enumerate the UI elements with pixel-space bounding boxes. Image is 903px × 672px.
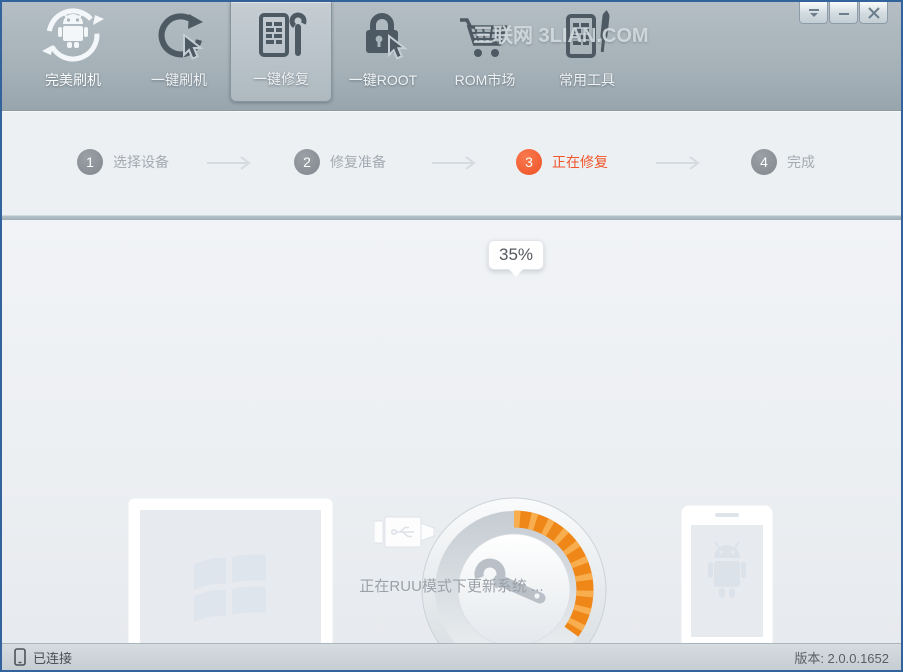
nav-label: 一键修复 [253, 71, 309, 87]
nav-item-one-key-root[interactable]: 一键ROOT [332, 2, 434, 102]
phone-outline-icon [14, 648, 26, 666]
step-arrow-icon [432, 156, 476, 170]
step-label: 完成 [787, 154, 815, 170]
skin-menu-button[interactable] [799, 2, 828, 24]
version-label: 版本: 2.0.0.1652 [794, 650, 889, 666]
step-repairing: 3 正在修复 [516, 149, 608, 175]
nav-item-perfect-flash[interactable]: 完美刷机 [18, 2, 128, 102]
nav-label: ROM市场 [454, 72, 516, 88]
step-arrow-icon [656, 156, 700, 170]
phone-screwdriver-icon [559, 6, 615, 64]
step-indicator: 1 选择设备 2 修复准备 3 正在修复 4 完成 [2, 111, 901, 215]
main-toolbar: 完美刷机 一键刷机 一键修复 一键ROOT ROM市场 常用工具 三联网 3LI… [2, 2, 901, 111]
nav-item-common-tools[interactable]: 常用工具 [536, 2, 638, 102]
progress-percent: 35% [499, 245, 534, 264]
shopping-cart-icon [455, 6, 515, 64]
repair-progress-gauge [421, 497, 607, 643]
android-phone-illustration [681, 505, 774, 643]
step-label: 修复准备 [330, 154, 386, 170]
close-icon [867, 6, 880, 19]
nav-label: 一键刷机 [151, 72, 207, 88]
step-repair-prepare: 2 修复准备 [294, 149, 386, 175]
nav-item-one-key-repair[interactable]: 一键修复 [230, 2, 332, 102]
progress-tooltip: 35% [488, 240, 545, 277]
computer-monitor-illustration [128, 498, 334, 643]
step-number: 4 [751, 149, 777, 175]
nav-item-rom-market[interactable]: ROM市场 [434, 2, 536, 102]
skin-menu-icon [808, 8, 819, 17]
step-number: 1 [77, 149, 103, 175]
android-recycle-logo-icon [40, 6, 106, 64]
lock-cursor-icon [355, 6, 411, 64]
step-select-device: 1 选择设备 [77, 149, 169, 175]
step-label: 选择设备 [113, 154, 169, 170]
step-label: 正在修复 [552, 154, 608, 170]
close-button[interactable] [859, 2, 888, 24]
minimize-icon [838, 12, 849, 15]
step-arrow-icon [207, 156, 251, 170]
repair-progress-panel: 35% 正在RUU模式下更新系统 ... [2, 220, 901, 643]
connection-label: 已连接 [33, 650, 73, 666]
status-message: 正在RUU模式下更新系统 ... [359, 578, 544, 595]
nav-label: 一键ROOT [348, 72, 418, 88]
nav-label: 完美刷机 [45, 72, 101, 88]
step-number: 3 [516, 149, 542, 175]
window-controls [799, 2, 888, 24]
nav-item-one-key-flash[interactable]: 一键刷机 [128, 2, 230, 102]
step-number: 2 [294, 149, 320, 175]
minimize-button[interactable] [829, 2, 858, 24]
refresh-cursor-icon [151, 6, 207, 64]
app-window: 完美刷机 一键刷机 一键修复 一键ROOT ROM市场 常用工具 三联网 3LI… [0, 0, 903, 672]
connection-status: 已连接 [14, 648, 72, 667]
step-finish: 4 完成 [751, 149, 815, 175]
nav-label: 常用工具 [559, 72, 615, 88]
status-bar: 已连接 版本: 2.0.0.1652 [2, 643, 901, 670]
phone-wrench-icon [253, 5, 309, 63]
